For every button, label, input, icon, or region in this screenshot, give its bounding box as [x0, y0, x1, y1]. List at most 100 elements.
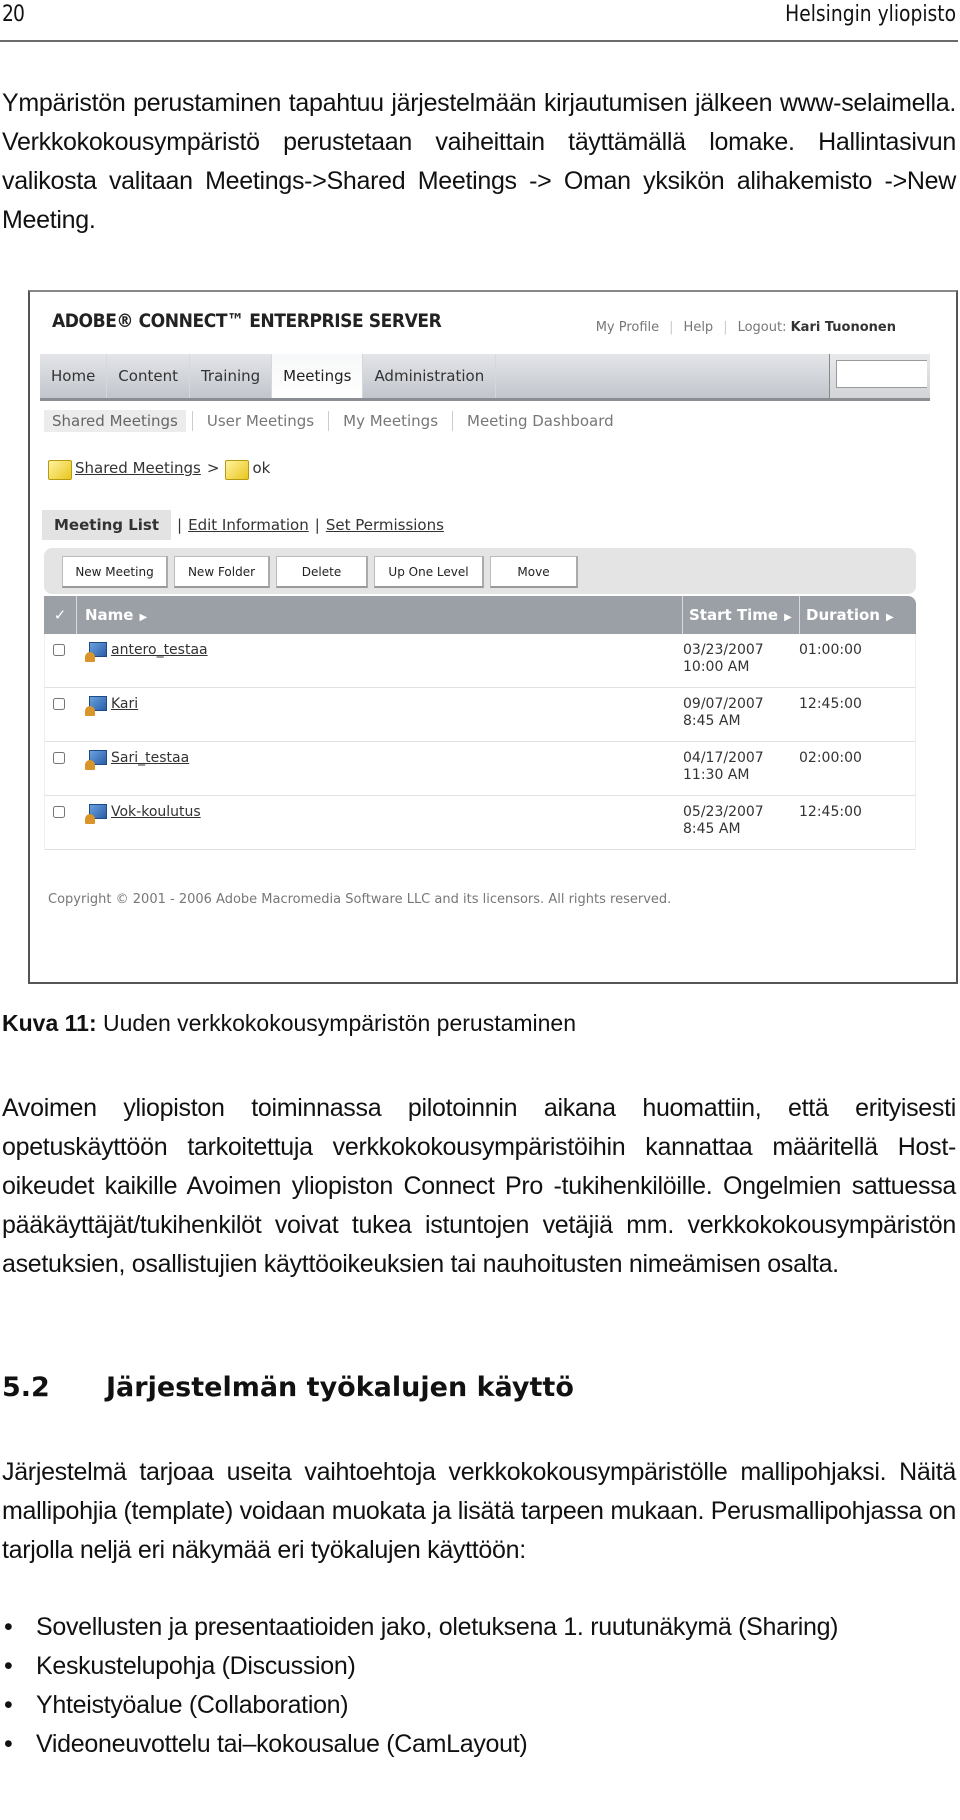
subnav-separator	[452, 411, 454, 431]
user-name: Kari Tuononen	[790, 320, 896, 335]
new-meeting-button[interactable]: New Meeting	[62, 556, 168, 588]
start-date: 04/17/2007	[683, 750, 764, 766]
sort-arrow-icon: ▶	[139, 612, 148, 623]
row-checkbox[interactable]	[53, 806, 65, 818]
caption-label: Kuva 11:	[2, 1010, 97, 1036]
running-header: 20 Helsingin yliopisto	[0, 0, 958, 42]
nav-tab-administration[interactable]: Administration	[363, 354, 497, 398]
link-separator: |	[669, 320, 674, 335]
breadcrumb-shared-meetings[interactable]: Shared Meetings	[75, 459, 201, 477]
subnav-separator	[191, 411, 193, 431]
duration: 12:45:00	[799, 804, 862, 820]
nav-tab-training[interactable]: Training	[190, 354, 273, 398]
meeting-table: ✓ Name ▶ Start Time ▶ Duration ▶ antero_tes…	[44, 596, 916, 850]
page-number: 20	[2, 2, 25, 27]
top-links: My Profile | Help | Logout: Kari Tuonone…	[596, 320, 896, 335]
tab-edit-information[interactable]: Edit Information	[188, 516, 309, 534]
tab-separator: |	[314, 516, 320, 534]
folder-icon	[225, 460, 250, 480]
brand-title: ADOBE® CONNECT™ ENTERPRISE SERVER	[52, 310, 442, 332]
duration: 01:00:00	[799, 642, 862, 658]
list-item: Keskustelupohja (Discussion)	[2, 1647, 956, 1686]
subnav-meeting-dashboard[interactable]: Meeting Dashboard	[459, 410, 622, 432]
tab-meeting-list[interactable]: Meeting List	[42, 510, 172, 540]
subnav-separator	[328, 411, 330, 431]
section-title: Järjestelmän työkalujen käyttö	[106, 1372, 574, 1403]
meeting-icon	[85, 804, 107, 824]
column-header-name[interactable]: Name ▶	[77, 596, 683, 634]
table-row: antero_testaa 03/23/2007 10:00 AM 01:00:0…	[44, 634, 916, 688]
list-item: Videoneuvottelu tai–kokousalue (CamLayou…	[2, 1725, 956, 1764]
section-heading: 5.2 Järjestelmän työkalujen käyttö	[2, 1372, 574, 1403]
duration: 12:45:00	[799, 696, 862, 712]
bullet-list: Sovellusten ja presentaatioiden jako, ol…	[2, 1608, 956, 1764]
start-time: 10:00 AM	[683, 659, 750, 675]
row-checkbox[interactable]	[53, 644, 65, 656]
delete-button[interactable]: Delete	[276, 556, 368, 588]
logout-label: Logout:	[737, 320, 787, 335]
search-box	[829, 354, 930, 398]
breadcrumb-current: ok	[252, 459, 271, 477]
search-input[interactable]	[836, 360, 927, 388]
intro-paragraph: Ympäristön perustaminen tapahtuu järjest…	[2, 89, 956, 234]
nav-tab-meetings[interactable]: Meetings	[272, 354, 364, 398]
sort-arrow-icon: ▶	[784, 612, 792, 623]
subnav-my-meetings[interactable]: My Meetings	[335, 410, 446, 432]
meeting-name-link[interactable]: Kari	[111, 696, 138, 712]
tab-separator: |	[177, 516, 183, 534]
start-time: 8:45 AM	[683, 713, 741, 729]
body-paragraph: Järjestelmä tarjoaa useita vaihtoehtoja …	[2, 1458, 956, 1564]
start-time: 8:45 AM	[683, 821, 741, 837]
folder-icon	[48, 460, 72, 480]
copyright-notice: Copyright © 2001 - 2006 Adobe Macromedia…	[48, 892, 672, 907]
sub-nav: Shared Meetings User Meetings My Meeting…	[44, 410, 622, 432]
list-item: Yhteistyöalue (Collaboration)	[2, 1686, 956, 1725]
start-date: 09/07/2007	[683, 696, 764, 712]
new-folder-button[interactable]: New Folder	[174, 556, 270, 588]
body-paragraph: Avoimen yliopiston toiminnassa pilotoinn…	[2, 1094, 956, 1278]
caption-text: Uuden verkkokokousympäristön perustamine…	[96, 1010, 577, 1036]
meeting-name-link[interactable]: Sari_testaa	[111, 750, 189, 766]
tab-set-permissions[interactable]: Set Permissions	[326, 516, 444, 534]
adobe-connect-screenshot: ADOBE® CONNECT™ ENTERPRISE SERVER My Pro…	[28, 290, 958, 984]
start-date: 05/23/2007	[683, 804, 764, 820]
start-time: 11:30 AM	[683, 767, 750, 783]
sort-arrow-icon: ▶	[885, 612, 894, 623]
logout-link[interactable]: Logout: Kari Tuononen	[738, 320, 896, 335]
column-duration-label: Duration	[806, 606, 880, 624]
column-header-duration[interactable]: Duration ▶	[800, 596, 916, 634]
help-link[interactable]: Help	[684, 320, 714, 335]
duration: 02:00:00	[799, 750, 862, 766]
figure-caption: Kuva 11: Uuden verkkokokousympäristön pe…	[2, 1010, 576, 1037]
table-header: ✓ Name ▶ Start Time ▶ Duration ▶	[44, 596, 916, 634]
nav-tab-home[interactable]: Home	[40, 354, 108, 398]
action-toolbar: New Meeting New Folder Delete Up One Lev…	[44, 548, 916, 594]
row-checkbox[interactable]	[53, 752, 65, 764]
list-item: Sovellusten ja presentaatioiden jako, ol…	[2, 1608, 956, 1647]
meeting-icon	[85, 696, 107, 716]
meeting-name-link[interactable]: Vok-koulutus	[111, 804, 201, 820]
my-profile-link[interactable]: My Profile	[596, 320, 659, 335]
meeting-icon	[85, 750, 107, 770]
table-row: Vok-koulutus 05/23/2007 8:45 AM 12:45:00	[44, 796, 916, 850]
meeting-icon	[85, 642, 107, 662]
table-row: Kari 09/07/2007 8:45 AM 12:45:00	[44, 688, 916, 742]
table-row: Sari_testaa 04/17/2007 11:30 AM 02:00:00	[44, 742, 916, 796]
column-name-label: Name	[85, 606, 134, 624]
breadcrumb-separator: >	[206, 459, 220, 477]
view-tabs: Meeting List | Edit Information | Set Pe…	[42, 510, 444, 540]
column-header-start-time[interactable]: Start Time ▶	[683, 596, 800, 634]
section-number: 5.2	[2, 1372, 50, 1403]
start-date: 03/23/2007	[683, 642, 764, 658]
nav-tab-content[interactable]: Content	[107, 354, 190, 398]
up-one-level-button[interactable]: Up One Level	[374, 556, 484, 588]
publisher-name: Helsingin yliopisto	[785, 2, 956, 27]
meeting-name-link[interactable]: antero_testaa	[111, 642, 208, 658]
link-separator: |	[723, 320, 728, 335]
move-button[interactable]: Move	[490, 556, 578, 588]
subnav-shared-meetings[interactable]: Shared Meetings	[44, 410, 186, 432]
column-start-label: Start Time	[689, 606, 779, 624]
select-all-header[interactable]: ✓	[44, 596, 77, 634]
row-checkbox[interactable]	[53, 698, 65, 710]
subnav-user-meetings[interactable]: User Meetings	[199, 410, 322, 432]
